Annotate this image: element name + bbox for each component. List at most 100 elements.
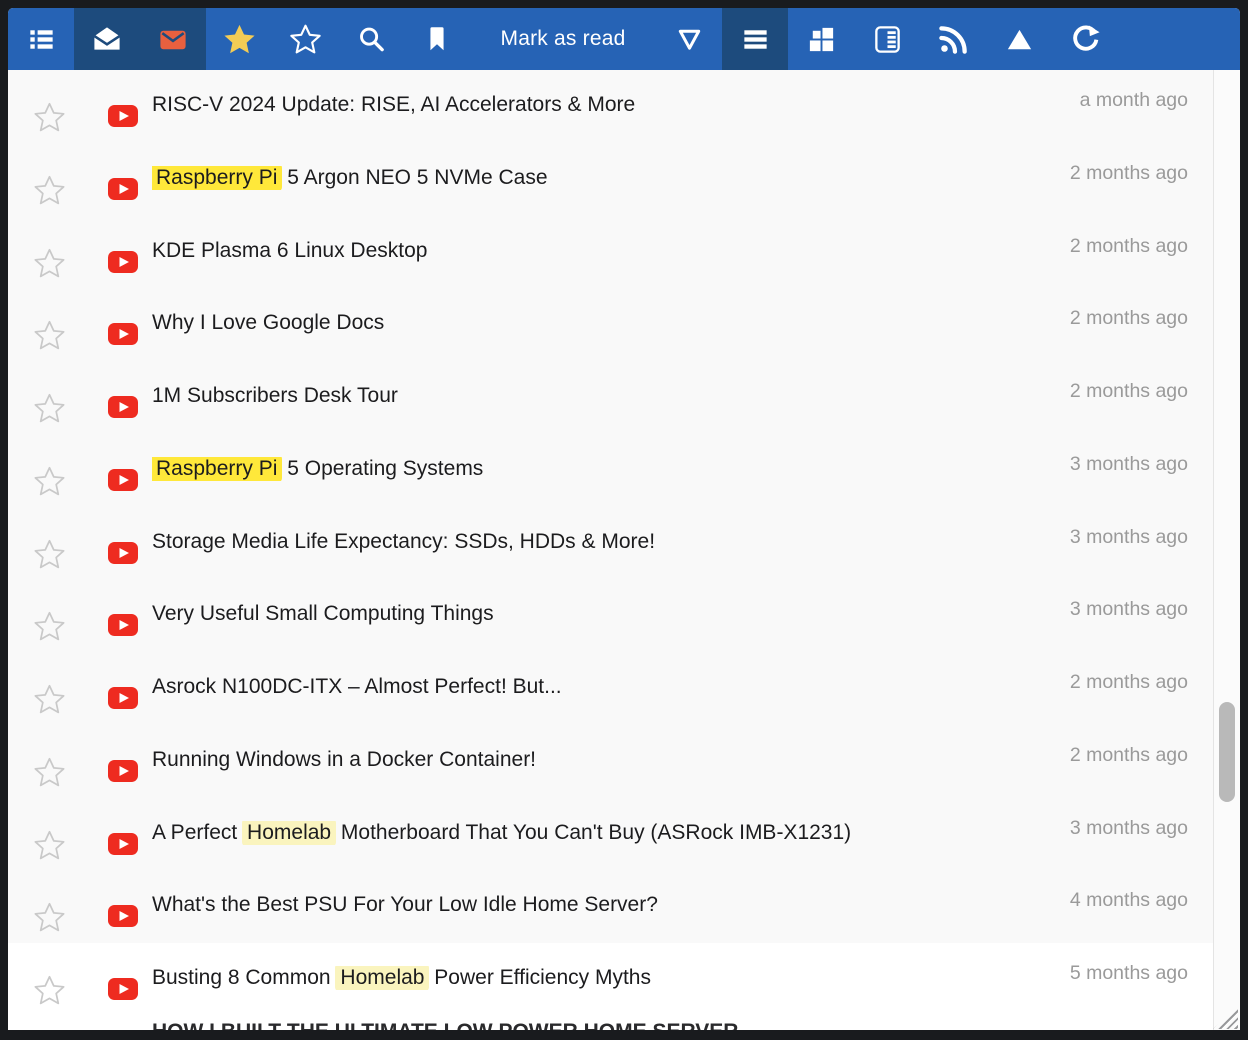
search-button[interactable] bbox=[338, 8, 404, 70]
article-title: Storage Media Life Expectancy: SSDs, HDD… bbox=[152, 530, 1043, 554]
star-outline-icon[interactable] bbox=[34, 902, 65, 933]
star-filled-icon bbox=[223, 23, 256, 56]
article-row[interactable]: KDE Plasma 6 Linux Desktop 2 months ago bbox=[8, 216, 1213, 289]
article-row[interactable]: Raspberry Pi 5 Argon NEO 5 NVMe Case 2 m… bbox=[8, 143, 1213, 216]
article-row[interactable]: 1M Subscribers Desk Tour 2 months ago bbox=[8, 361, 1213, 434]
clipped-next-row-title: HOW I BUILT THE ULTIMATE LOW POWER HOME … bbox=[152, 1020, 738, 1030]
article-title: 1M Subscribers Desk Tour bbox=[152, 384, 1043, 408]
hamburger-menu-icon bbox=[740, 24, 771, 55]
search-highlight: Raspberry Pi bbox=[152, 457, 282, 481]
youtube-icon bbox=[108, 687, 138, 709]
rss-icon bbox=[938, 24, 969, 55]
article-timestamp: 2 months ago bbox=[1070, 380, 1188, 403]
feed-reader-app: Mark as read bbox=[8, 8, 1240, 1030]
youtube-icon bbox=[108, 178, 138, 200]
youtube-icon bbox=[108, 542, 138, 564]
youtube-icon bbox=[108, 105, 138, 127]
list-view-button[interactable] bbox=[8, 8, 74, 70]
filter-dropdown-button[interactable] bbox=[656, 8, 722, 70]
clipped-next-row[interactable]: HOW I BUILT THE ULTIMATE LOW POWER HOME … bbox=[8, 1016, 1213, 1030]
article-timestamp: 3 months ago bbox=[1070, 817, 1188, 840]
all-articles-button[interactable] bbox=[74, 8, 140, 70]
star-outline-icon[interactable] bbox=[34, 248, 65, 279]
bookmark-button[interactable] bbox=[404, 8, 470, 70]
article-title: Busting 8 Common Homelab Power Efficienc… bbox=[152, 966, 1043, 990]
scrollbar-thumb[interactable] bbox=[1219, 702, 1235, 802]
star-outline-icon bbox=[290, 24, 321, 55]
star-outline-icon[interactable] bbox=[34, 757, 65, 788]
article-row[interactable]: RISC-V 2024 Update: RISE, AI Accelerator… bbox=[8, 70, 1213, 143]
article-timestamp: 2 months ago bbox=[1070, 307, 1188, 330]
article-row[interactable]: Storage Media Life Expectancy: SSDs, HDD… bbox=[8, 507, 1213, 580]
article-title: Raspberry Pi 5 Operating Systems bbox=[152, 457, 1043, 481]
youtube-icon bbox=[108, 323, 138, 345]
article-row[interactable]: A Perfect Homelab Motherboard That You C… bbox=[8, 798, 1213, 871]
article-timestamp: 3 months ago bbox=[1070, 598, 1188, 621]
article-timestamp: a month ago bbox=[1080, 89, 1188, 112]
article-row[interactable]: Running Windows in a Docker Container! 2… bbox=[8, 725, 1213, 798]
article-timestamp: 3 months ago bbox=[1070, 453, 1188, 476]
article-title: KDE Plasma 6 Linux Desktop bbox=[152, 239, 1043, 263]
star-outline-icon[interactable] bbox=[34, 102, 65, 133]
article-title: Raspberry Pi 5 Argon NEO 5 NVMe Case bbox=[152, 166, 1043, 190]
article-timestamp: 2 months ago bbox=[1070, 744, 1188, 767]
article-row[interactable]: Raspberry Pi 5 Operating Systems 3 month… bbox=[8, 434, 1213, 507]
list-layout-button[interactable] bbox=[722, 8, 788, 70]
star-outline-icon[interactable] bbox=[34, 975, 65, 1006]
article-view-button[interactable] bbox=[854, 8, 920, 70]
youtube-icon bbox=[108, 396, 138, 418]
youtube-icon bbox=[108, 614, 138, 636]
article-view-icon bbox=[872, 24, 903, 55]
star-outline-icon[interactable] bbox=[34, 539, 65, 570]
article-title: A Perfect Homelab Motherboard That You C… bbox=[152, 821, 1043, 845]
scrollbar-track[interactable] bbox=[1213, 70, 1240, 1030]
article-row[interactable]: Busting 8 Common Homelab Power Efficienc… bbox=[8, 943, 1213, 1016]
list-view-icon bbox=[26, 24, 57, 55]
open-envelope-icon bbox=[91, 24, 123, 55]
search-icon bbox=[356, 24, 387, 55]
youtube-icon bbox=[108, 469, 138, 491]
star-outline-icon[interactable] bbox=[34, 393, 65, 424]
window-resize-grip[interactable] bbox=[1213, 1006, 1238, 1029]
toolbar: Mark as read bbox=[8, 8, 1240, 70]
unstarred-filter-button[interactable] bbox=[272, 8, 338, 70]
article-title: RISC-V 2024 Update: RISE, AI Accelerator… bbox=[152, 93, 1043, 117]
star-outline-icon[interactable] bbox=[34, 684, 65, 715]
article-title: Very Useful Small Computing Things bbox=[152, 602, 1043, 626]
starred-filter-button[interactable] bbox=[206, 8, 272, 70]
youtube-icon bbox=[108, 251, 138, 273]
search-highlight: Homelab bbox=[242, 821, 336, 845]
youtube-icon bbox=[108, 978, 138, 1000]
rss-sources-button[interactable] bbox=[920, 8, 986, 70]
grid-view-icon bbox=[806, 24, 837, 55]
unread-envelope-icon bbox=[157, 24, 189, 55]
star-outline-icon[interactable] bbox=[34, 320, 65, 351]
article-title: Why I Love Google Docs bbox=[152, 311, 1043, 335]
search-highlight: Raspberry Pi bbox=[152, 166, 282, 190]
bookmark-icon bbox=[422, 24, 452, 54]
article-row[interactable]: What's the Best PSU For Your Low Idle Ho… bbox=[8, 870, 1213, 943]
article-timestamp: 3 months ago bbox=[1070, 526, 1188, 549]
card-view-button[interactable] bbox=[788, 8, 854, 70]
youtube-icon bbox=[108, 833, 138, 855]
article-title: Running Windows in a Docker Container! bbox=[152, 748, 1043, 772]
article-row[interactable]: Why I Love Google Docs 2 months ago bbox=[8, 288, 1213, 361]
collapse-up-icon bbox=[1004, 24, 1035, 55]
star-outline-icon[interactable] bbox=[34, 466, 65, 497]
article-row[interactable]: Asrock N100DC-ITX – Almost Perfect! But.… bbox=[8, 652, 1213, 725]
star-outline-icon[interactable] bbox=[34, 611, 65, 642]
mark-as-read-button[interactable]: Mark as read bbox=[470, 8, 656, 70]
search-highlight: Homelab bbox=[335, 966, 429, 990]
star-outline-icon[interactable] bbox=[34, 175, 65, 206]
unread-filter-button[interactable] bbox=[140, 8, 206, 70]
article-title: What's the Best PSU For Your Low Idle Ho… bbox=[152, 893, 1043, 917]
collapse-button[interactable] bbox=[986, 8, 1052, 70]
youtube-icon bbox=[108, 905, 138, 927]
article-row[interactable]: Very Useful Small Computing Things 3 mon… bbox=[8, 579, 1213, 652]
refresh-button[interactable] bbox=[1052, 8, 1118, 70]
article-timestamp: 4 months ago bbox=[1070, 889, 1188, 912]
article-list: RISC-V 2024 Update: RISE, AI Accelerator… bbox=[8, 70, 1213, 1030]
article-title: Asrock N100DC-ITX – Almost Perfect! But.… bbox=[152, 675, 1043, 699]
star-outline-icon[interactable] bbox=[34, 830, 65, 861]
article-timestamp: 2 months ago bbox=[1070, 162, 1188, 185]
